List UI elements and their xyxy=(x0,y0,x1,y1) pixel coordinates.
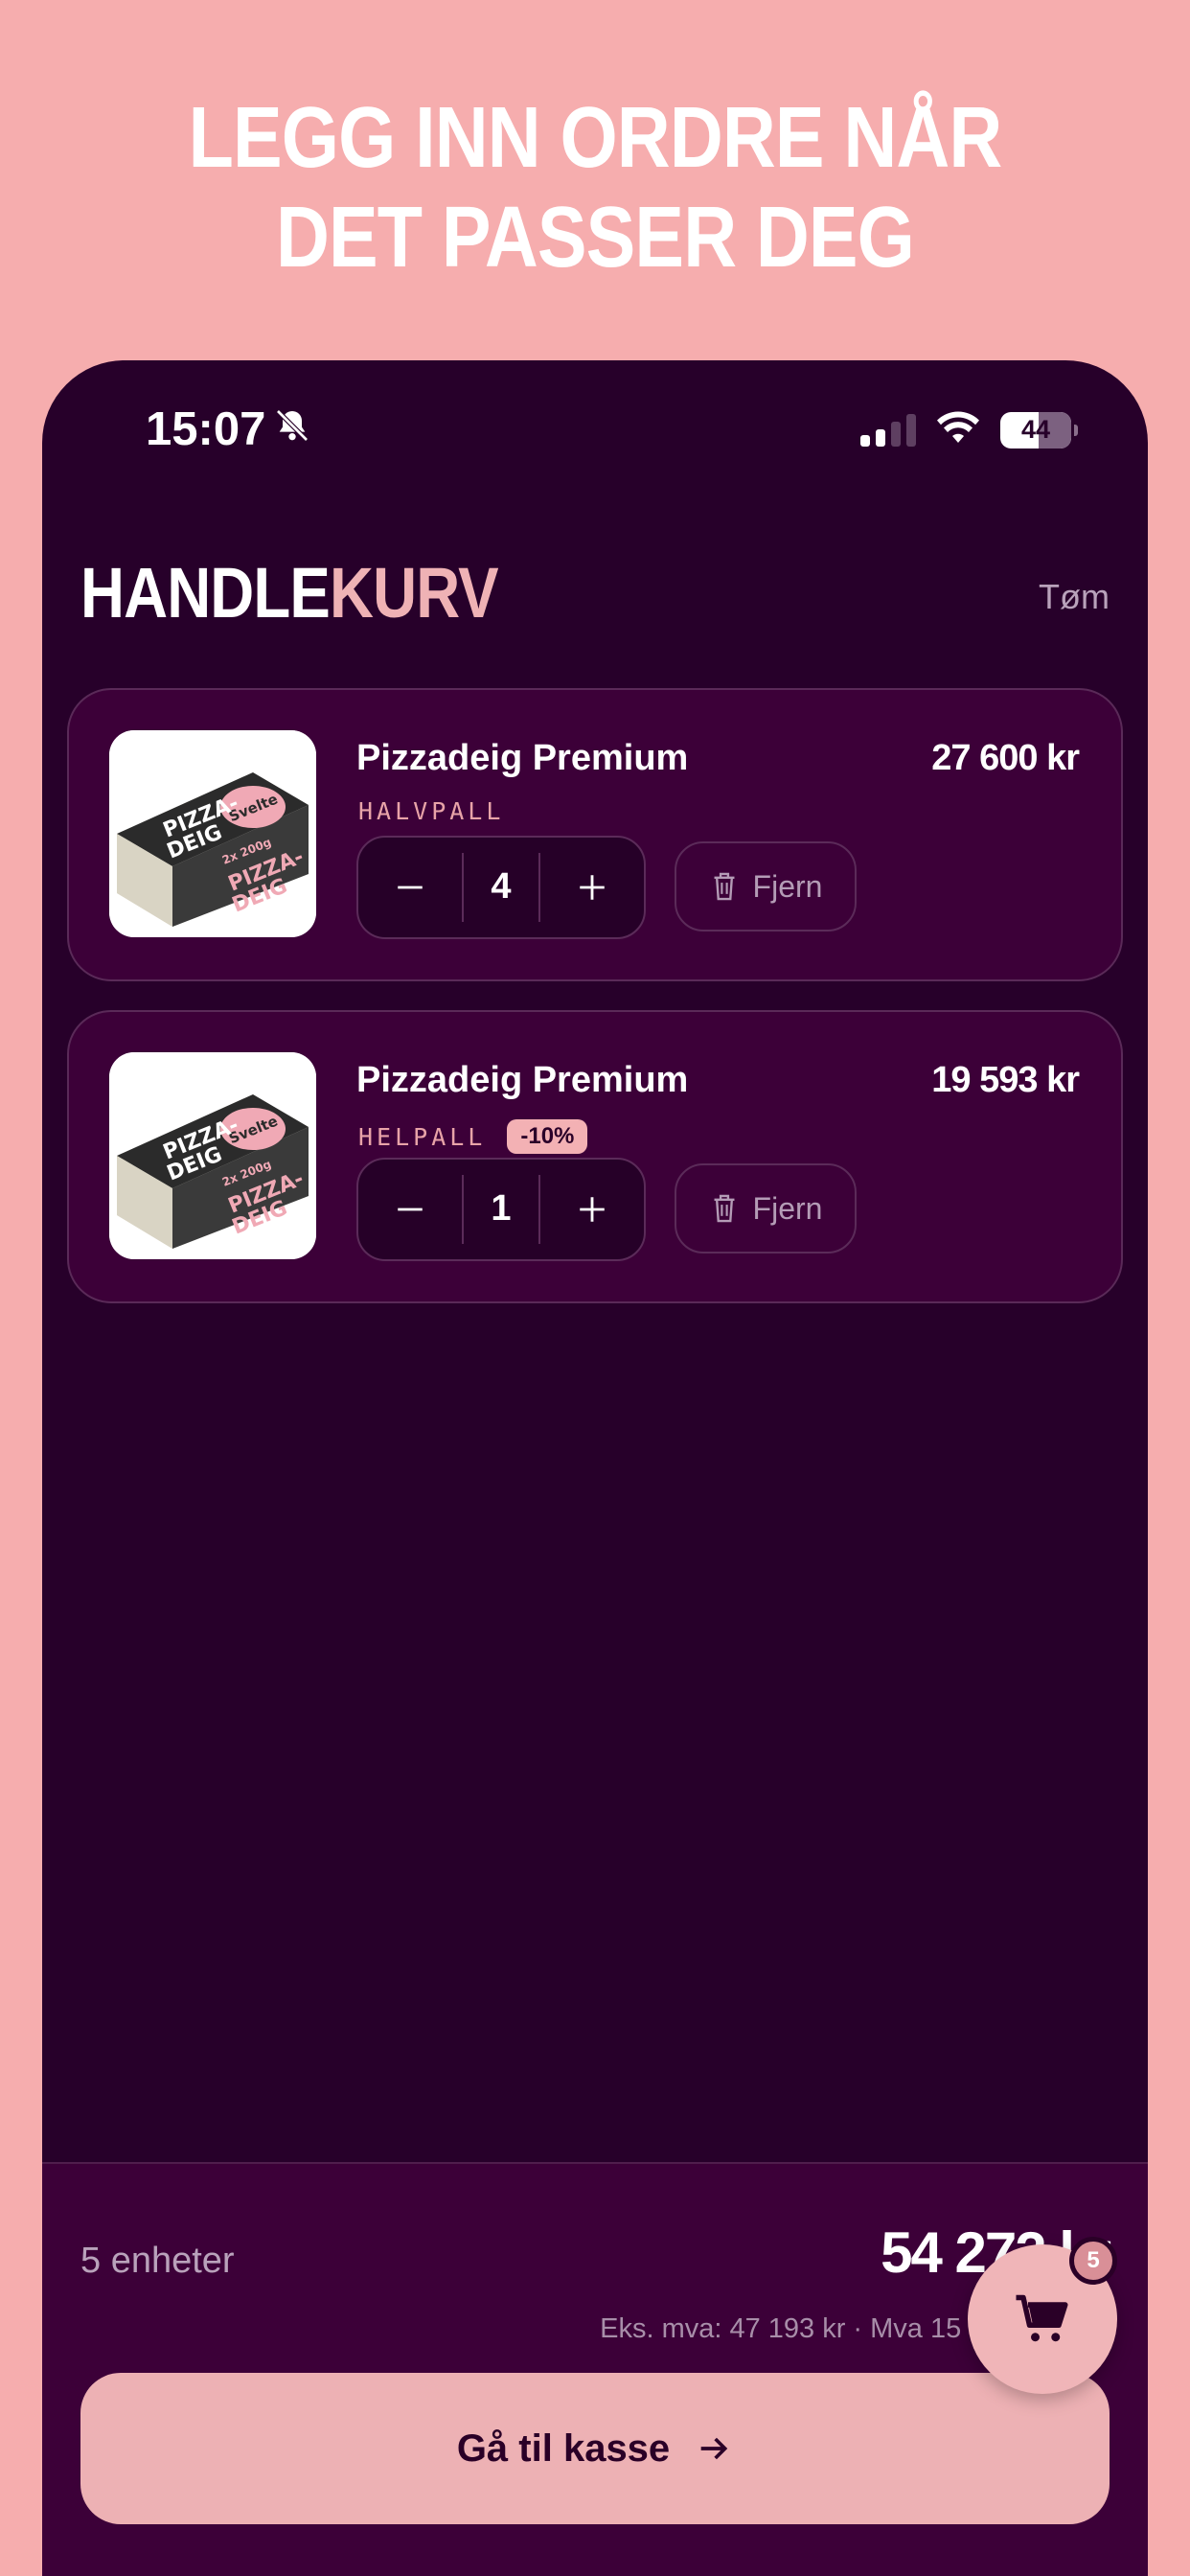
plus-icon xyxy=(580,875,605,900)
item-name: Pizzadeig Premium xyxy=(356,1060,689,1100)
trash-icon xyxy=(714,872,735,901)
remove-button[interactable]: Fjern xyxy=(675,841,857,932)
wifi-icon xyxy=(935,410,981,449)
increase-button[interactable] xyxy=(540,1160,644,1259)
trash-icon xyxy=(714,1194,735,1223)
decrease-button[interactable] xyxy=(358,838,462,937)
quantity-stepper: 4 xyxy=(356,836,646,939)
phone-screen: 15:07 44 HANDLEKURV Tøm Svelte PIZZA- DE… xyxy=(42,360,1148,2576)
status-time: 15:07 xyxy=(146,402,311,456)
item-price: 27 600 kr xyxy=(931,738,1080,778)
plus-icon xyxy=(580,1197,605,1222)
unit-count: 5 enheter xyxy=(80,2241,235,2281)
remove-label: Fjern xyxy=(752,1190,823,1226)
battery-level: 44 xyxy=(1020,415,1051,444)
cart-summary: 5 enheter 54 272 kr Eks. mva: 47 193 kr … xyxy=(42,2162,1148,2576)
remove-button[interactable]: Fjern xyxy=(675,1163,857,1254)
status-indicators: 44 xyxy=(860,410,1078,449)
product-image: Svelte PIZZA- DEIG 2x 200g PIZZA- DEIG xyxy=(109,730,316,937)
quantity-value: 1 xyxy=(462,1174,540,1245)
item-price: 19 593 kr xyxy=(931,1060,1080,1100)
signal-icon xyxy=(860,413,916,447)
product-image: Svelte PIZZA- DEIG 2x 200g PIZZA- DEIG xyxy=(109,1052,316,1259)
minus-icon xyxy=(398,1208,423,1211)
cart-icon xyxy=(1016,2294,1068,2342)
item-variant-label: HELPALL xyxy=(358,1122,487,1151)
arrow-right-icon xyxy=(700,2437,728,2460)
promo-headline-line2: DET PASSER DEG xyxy=(275,190,915,286)
bell-slash-icon xyxy=(273,402,311,456)
cart-item: Svelte PIZZA- DEIG 2x 200g PIZZA- DEIG P… xyxy=(67,688,1123,981)
promo-headline: LEGG INN ORDRE NÅR DET PASSER DEG xyxy=(83,88,1107,288)
cart-count-badge: 5 xyxy=(1069,2237,1117,2285)
promo-headline-line1: LEGG INN ORDRE NÅR xyxy=(188,90,1003,186)
item-variant: HELPALL -10% xyxy=(358,1119,588,1154)
page-title-part2: KURV xyxy=(330,553,499,632)
page-title: HANDLEKURV xyxy=(80,552,499,633)
quantity-stepper: 1 xyxy=(356,1158,646,1261)
item-name: Pizzadeig Premium xyxy=(356,738,689,778)
clear-cart-button[interactable]: Tøm xyxy=(1039,577,1110,617)
quantity-value: 4 xyxy=(462,852,540,923)
decrease-button[interactable] xyxy=(358,1160,462,1259)
cart-list: Svelte PIZZA- DEIG 2x 200g PIZZA- DEIG P… xyxy=(67,688,1123,1332)
checkout-label: Gå til kasse xyxy=(456,2426,671,2470)
remove-label: Fjern xyxy=(752,868,823,904)
increase-button[interactable] xyxy=(540,838,644,937)
cart-item: Svelte PIZZA- DEIG 2x 200g PIZZA- DEIG P… xyxy=(67,1010,1123,1303)
discount-badge: -10% xyxy=(507,1119,588,1154)
checkout-button[interactable]: Gå til kasse xyxy=(80,2373,1110,2524)
item-variant-label: HALVPALL xyxy=(358,797,505,825)
item-variant: HALVPALL xyxy=(358,797,504,825)
minus-icon xyxy=(398,886,423,889)
page-title-part1: HANDLE xyxy=(80,553,331,632)
battery-icon: 44 xyxy=(1000,411,1078,448)
status-time-text: 15:07 xyxy=(146,403,266,455)
